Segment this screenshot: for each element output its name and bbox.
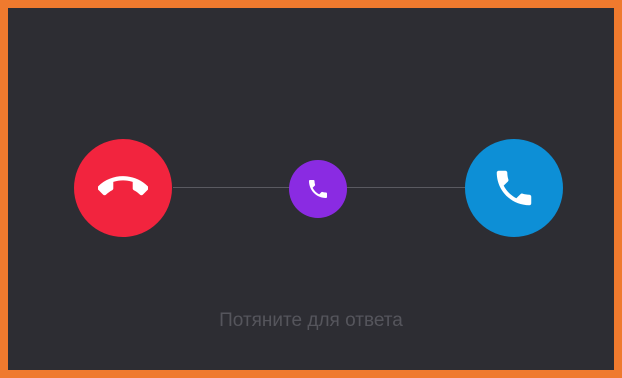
accept-call-button[interactable] [465,139,563,237]
swipe-handle-button[interactable] [289,160,347,218]
swipe-hint-text: Потяните для ответа [219,310,403,331]
phone-hangup-icon [98,163,148,213]
phone-icon [491,165,537,211]
decline-call-button[interactable] [74,139,172,237]
phone-icon [306,177,330,201]
incoming-call-screen: Потяните для ответа [8,8,614,370]
